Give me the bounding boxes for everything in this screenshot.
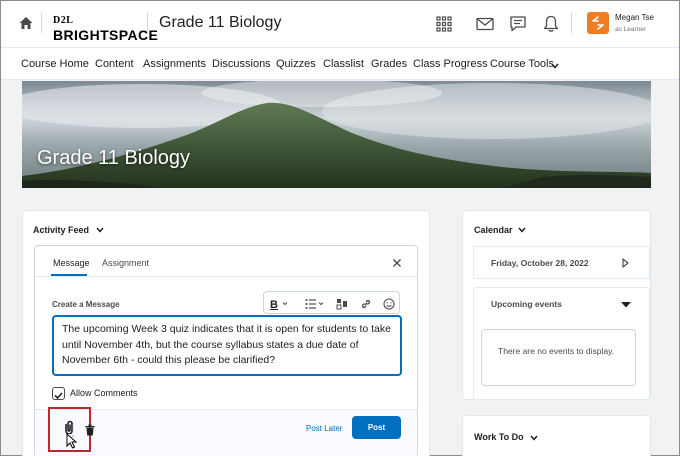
calendar-title[interactable]: Calendar [474,225,513,235]
work-to-do-panel: Work To Do [462,415,651,456]
nav-quizzes[interactable]: Quizzes [276,58,316,70]
waffle-icon[interactable] [434,14,454,34]
upcoming-events-label[interactable]: Upcoming events [491,299,562,309]
user-switch-icon [592,16,604,30]
events-empty-box: There are no events to display. [481,329,636,386]
tab-divider [35,276,417,277]
chevron-down-icon[interactable] [518,227,526,233]
caret-down-icon[interactable] [620,301,632,308]
mail-icon[interactable] [475,14,495,34]
upcoming-events-section: Upcoming events There are no events to d… [473,287,650,400]
chevron-down-icon[interactable] [530,435,538,441]
course-navbar: Course Home Content Assignments Discussi… [1,47,679,80]
activity-feed-title[interactable]: Activity Feed [33,225,89,235]
calendar-date: Friday, October 28, 2022 [491,258,589,268]
activity-feed-panel: Activity Feed Message Assignment Create … [22,210,430,456]
formatting-toolbar: B [263,291,400,314]
calendar-date-row[interactable]: Friday, October 28, 2022 [473,246,650,279]
mouse-cursor-icon [66,433,78,449]
bold-icon[interactable]: B [270,298,290,310]
calendar-panel: Calendar Friday, October 28, 2022 Upcomi… [462,210,651,400]
post-button[interactable]: Post [352,416,401,439]
logo-d2l-text: D2L [53,15,74,26]
nav-class-progress[interactable]: Class Progress [413,58,488,70]
link-icon[interactable] [360,298,372,310]
create-message-label: Create a Message [52,300,120,309]
nav-course-home[interactable]: Course Home [21,58,89,70]
header-divider [147,13,148,33]
list-icon[interactable] [305,298,325,310]
allow-comments-label[interactable]: Allow Comments [70,388,138,398]
post-later-button[interactable]: Post Later [306,424,342,433]
trash-icon[interactable] [85,424,95,436]
no-events-text: There are no events to display. [498,346,615,356]
close-icon[interactable] [392,258,402,268]
brightspace-logo[interactable]: D2L BRIGHTSPACE [53,11,159,43]
mountain-image [22,81,651,188]
svg-text:B: B [270,299,278,310]
course-banner: Grade 11 Biology [22,81,651,188]
nav-discussions[interactable]: Discussions [212,58,271,70]
header-divider [41,13,42,33]
message-editor[interactable]: The upcoming Week 3 quiz indicates that … [52,315,402,376]
allow-comments-checkbox[interactable] [52,387,65,400]
chat-icon[interactable] [508,14,528,34]
course-title[interactable]: Grade 11 Biology [159,14,281,32]
nav-assignments[interactable]: Assignments [143,58,206,70]
avatar[interactable] [587,12,609,34]
nav-grades[interactable]: Grades [371,58,407,70]
tab-assignment[interactable]: Assignment [102,258,149,268]
next-arrow-icon[interactable] [622,258,629,268]
top-header: D2L BRIGHTSPACE Grade 11 Biology Megan T… [1,1,679,47]
insert-element-icon[interactable] [336,298,348,310]
logo-brightspace-text: BRIGHTSPACE [53,27,159,43]
header-divider [571,13,572,33]
chevron-down-icon[interactable] [96,227,104,233]
work-to-do-title[interactable]: Work To Do [474,432,524,442]
emoji-icon[interactable] [383,298,395,310]
chevron-down-icon[interactable] [551,63,559,69]
bell-icon[interactable] [541,14,561,34]
user-name[interactable]: Megan Tse [615,13,654,22]
banner-title: Grade 11 Biology [37,147,191,169]
tab-message[interactable]: Message [53,258,90,268]
nav-classlist[interactable]: Classlist [323,58,364,70]
nav-content[interactable]: Content [95,58,134,70]
message-composer: Message Assignment Create a Message B Th… [34,245,418,456]
checkmark-icon [54,392,63,400]
nav-course-tools[interactable]: Course Tools [490,58,554,70]
user-role: as Learner [615,26,647,33]
home-icon[interactable] [18,15,34,31]
